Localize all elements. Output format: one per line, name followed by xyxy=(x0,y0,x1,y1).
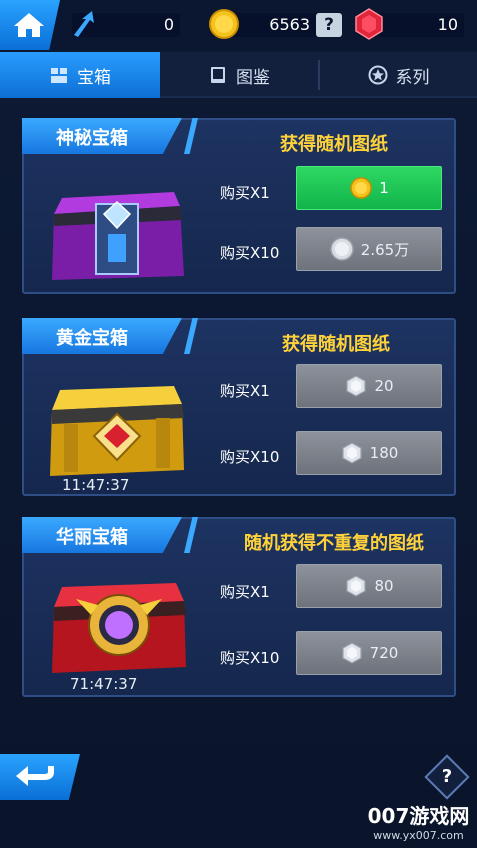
card-ribbon-edge xyxy=(184,517,198,553)
buy-x1-label: 购买X1 xyxy=(220,382,270,400)
coins-help-button[interactable]: ? xyxy=(316,13,342,37)
mystery-chest-icon xyxy=(52,192,184,280)
back-button[interactable] xyxy=(0,754,80,800)
tab-gallery[interactable]: 图鉴 xyxy=(160,52,318,98)
book-icon xyxy=(211,67,225,83)
tab-chest-label: 宝箱 xyxy=(77,67,111,88)
watermark: 007游戏网 www.yx007.com xyxy=(360,800,477,842)
watermark-title: 007游戏网 xyxy=(367,804,470,828)
diamond-icon xyxy=(346,375,367,397)
help-question-icon: ? xyxy=(441,766,453,787)
star-icon xyxy=(368,65,387,85)
card-ribbon-edge xyxy=(184,118,198,154)
card-subtitle: 随机获得不重复的图纸 xyxy=(244,533,424,554)
tab-gallery-label: 图鉴 xyxy=(236,67,270,88)
buy-x10-price: 180 xyxy=(369,444,399,462)
gems-counter: 10 xyxy=(355,8,464,40)
buy-x10-label: 购买X10 xyxy=(220,244,280,262)
buy-x10-button[interactable]: 180 xyxy=(296,431,442,475)
chest-timer: 11:47:37 xyxy=(62,476,130,494)
buy-x1-button[interactable]: 20 xyxy=(296,364,442,408)
diamond-icon xyxy=(342,442,362,464)
silver-coin-icon xyxy=(330,237,354,261)
buy-x1-button[interactable]: 80 xyxy=(296,564,442,608)
card-ribbon-edge xyxy=(184,318,198,354)
buy-x1-button[interactable]: 1 xyxy=(296,166,442,210)
gorgeous-chest-icon xyxy=(52,583,186,673)
buy-x1-price: 80 xyxy=(374,577,394,595)
box-icon xyxy=(51,68,67,83)
upgrade-counter: 0 xyxy=(72,11,180,37)
tab-series-label: 系列 xyxy=(395,67,430,88)
chest-card-gorgeous: 华丽宝箱 随机获得不重复的图纸 71:47:37 购买X1 80 购买X10 7… xyxy=(22,517,456,697)
buy-x10-price: 720 xyxy=(369,644,399,662)
buy-x10-label: 购买X10 xyxy=(220,649,280,667)
upgrade-arrow-icon xyxy=(74,11,94,37)
upgrade-value: 0 xyxy=(163,15,174,34)
watermark-url: www.yx007.com xyxy=(373,829,464,842)
buy-x10-button[interactable]: 2.65万 xyxy=(296,227,442,271)
coin-icon xyxy=(350,177,372,199)
gold-chest-icon xyxy=(50,386,184,476)
buy-x1-price: 20 xyxy=(374,377,394,395)
card-subtitle: 获得随机图纸 xyxy=(282,334,390,355)
buy-x1-label: 购买X1 xyxy=(220,184,270,202)
back-arrow-icon xyxy=(16,766,54,786)
buy-x1-label: 购买X1 xyxy=(220,583,270,601)
coins-value: 6563 xyxy=(269,15,310,34)
chest-card-mystery: 神秘宝箱 获得随机图纸 购买X1 1 购买X10 2.65万 xyxy=(22,118,456,294)
buy-x10-button[interactable]: 720 xyxy=(296,631,442,675)
tab-bar: 宝箱 图鉴 系列 xyxy=(0,52,477,98)
chest-card-gold: 黄金宝箱 获得随机图纸 11:47:37 购买X1 20 购买X10 180 xyxy=(22,318,456,496)
red-gem-icon xyxy=(355,8,383,40)
card-title: 黄金宝箱 xyxy=(56,328,128,349)
card-subtitle: 获得随机图纸 xyxy=(280,134,388,155)
card-title: 神秘宝箱 xyxy=(56,128,128,149)
card-title: 华丽宝箱 xyxy=(56,527,128,548)
chest-timer: 71:47:37 xyxy=(70,675,138,693)
coin-icon xyxy=(209,9,239,39)
home-icon xyxy=(14,13,44,37)
buy-x10-price: 2.65万 xyxy=(360,240,410,259)
buy-x10-label: 购买X10 xyxy=(220,448,280,466)
diamond-icon xyxy=(342,642,362,664)
tab-chest[interactable]: 宝箱 xyxy=(0,52,160,98)
buy-x1-price: 1 xyxy=(379,179,389,197)
tab-series[interactable]: 系列 xyxy=(320,52,477,98)
gems-value: 10 xyxy=(437,15,458,34)
top-bar: 0 6563 ? 10 xyxy=(0,0,477,50)
diamond-icon xyxy=(346,575,367,597)
home-button[interactable] xyxy=(0,0,60,50)
